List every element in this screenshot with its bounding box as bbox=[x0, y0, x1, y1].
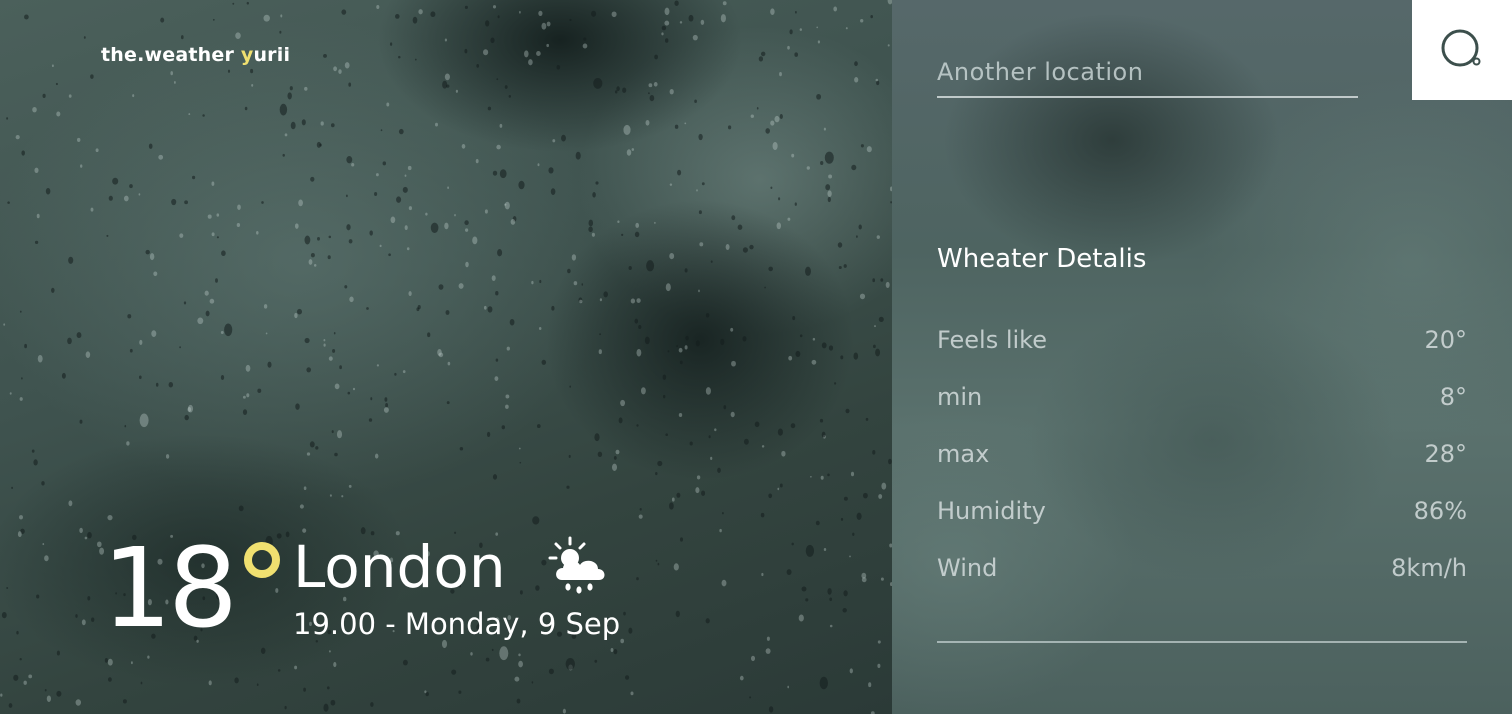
details-panel: Wheater Detalis Feels like 20° min 8° ma… bbox=[892, 0, 1512, 714]
partly-cloudy-rain-icon bbox=[548, 536, 605, 594]
app-logo[interactable]: the.weather yurii bbox=[101, 44, 290, 66]
date-time: 19.00 - Monday, 9 Sep bbox=[293, 607, 621, 641]
detail-row-feels-like: Feels like 20° bbox=[937, 320, 1467, 377]
details-list: Feels like 20° min 8° max 28° Humidity 8… bbox=[937, 320, 1467, 605]
location-search-input[interactable] bbox=[937, 52, 1358, 92]
detail-value: 8km/h bbox=[1391, 554, 1467, 582]
detail-value: 8° bbox=[1439, 383, 1467, 411]
detail-label: Wind bbox=[937, 554, 998, 582]
detail-label: min bbox=[937, 383, 983, 411]
detail-row-wind: Wind 8km/h bbox=[937, 548, 1467, 605]
current-weather: 18 London 19.00 - Monday, 9 Sep bbox=[102, 528, 722, 648]
weather-scene: the.weather yurii 18 London 19.00 - Mond… bbox=[0, 0, 892, 714]
detail-value: 28° bbox=[1424, 440, 1467, 468]
detail-label: max bbox=[937, 440, 990, 468]
search-button[interactable] bbox=[1412, 0, 1512, 100]
detail-label: Humidity bbox=[937, 497, 1046, 525]
current-temperature: 18 bbox=[102, 524, 238, 652]
logo-accent: y bbox=[240, 44, 254, 66]
location-search bbox=[937, 52, 1358, 98]
details-heading: Wheater Detalis bbox=[937, 244, 1147, 274]
search-icon bbox=[1441, 29, 1481, 67]
degree-symbol bbox=[244, 542, 280, 578]
logo-prefix: the.weather bbox=[101, 44, 241, 66]
detail-value: 86% bbox=[1413, 497, 1467, 525]
detail-row-max: max 28° bbox=[937, 434, 1467, 491]
detail-row-min: min 8° bbox=[937, 377, 1467, 434]
city-name: London bbox=[293, 533, 506, 601]
detail-row-humidity: Humidity 86% bbox=[937, 491, 1467, 548]
detail-label: Feels like bbox=[937, 326, 1047, 354]
details-divider bbox=[937, 641, 1467, 643]
detail-value: 20° bbox=[1424, 326, 1467, 354]
logo-suffix: urii bbox=[253, 44, 291, 66]
